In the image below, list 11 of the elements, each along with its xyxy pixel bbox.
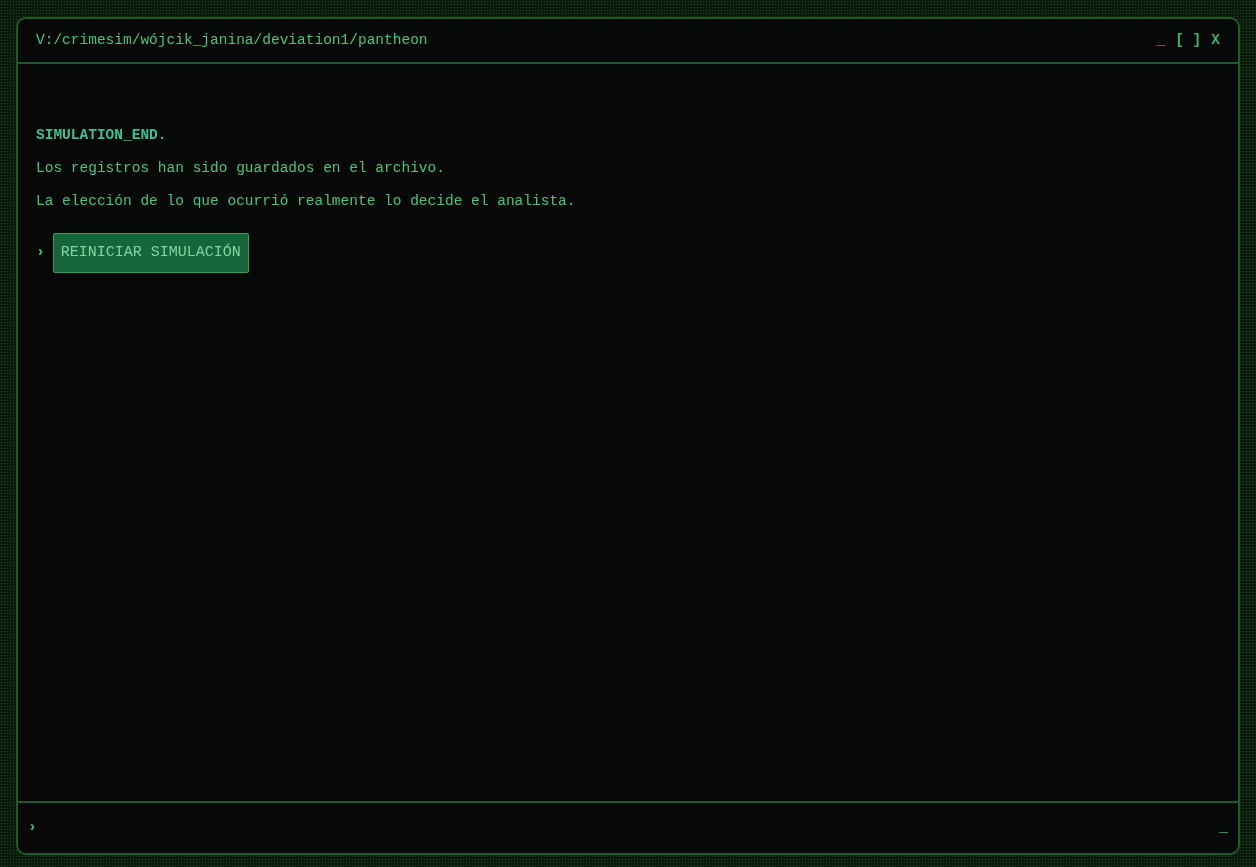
- prompt-symbol: ›: [36, 242, 45, 262]
- minimize-button[interactable]: _: [1146, 29, 1166, 52]
- close-button[interactable]: X: [1201, 29, 1220, 52]
- output-text: La elección de lo que ocurrió realmente lo decide el analista.: [36, 191, 577, 211]
- restart-button[interactable]: REINICIAR SIMULACIÓN: [52, 232, 249, 274]
- text-cursor: _: [1219, 818, 1228, 838]
- prompt-symbol: ›: [28, 818, 37, 838]
- status-heading: SIMULATION_END.: [36, 126, 168, 145]
- window-title: V:/crimesim/wójcik_janina/deviation1/pantheon: [36, 30, 428, 50]
- maximize-button[interactable]: [ ]: [1165, 29, 1202, 52]
- output-text: Los registros han sido guardados en el archivo.: [36, 158, 446, 178]
